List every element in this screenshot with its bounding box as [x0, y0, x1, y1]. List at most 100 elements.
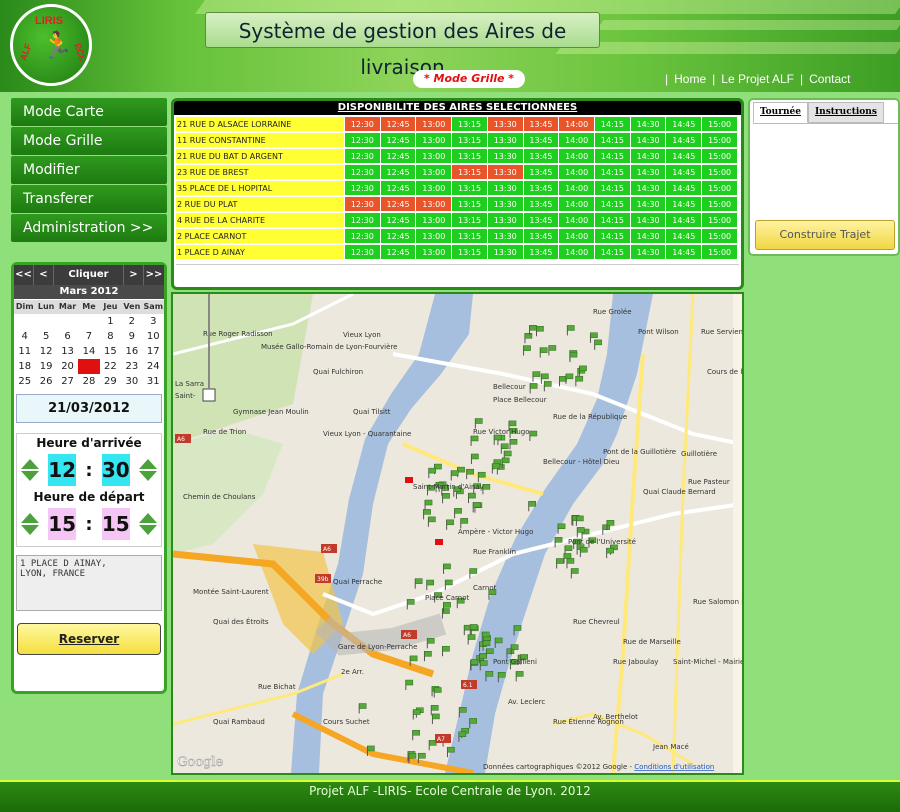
slot-free[interactable]: 12:45 [380, 245, 416, 259]
slot-free[interactable]: 14:15 [595, 165, 630, 179]
street-cell[interactable]: 2 RUE DU PLAT [176, 197, 344, 211]
calendar-day[interactable]: 25 [14, 374, 35, 389]
slot-free[interactable]: 14:00 [559, 245, 595, 259]
address-textarea[interactable]: 1 PLACE D AINAY, LYON, FRANCE [16, 555, 162, 611]
slot-free[interactable]: 14:45 [666, 197, 702, 211]
street-cell[interactable]: 2 PLACE CARNOT [176, 229, 344, 243]
slot-free[interactable]: 13:00 [416, 133, 452, 147]
slot-free[interactable]: 14:15 [595, 133, 630, 147]
map-view[interactable]: Rue Roger Radisson Vieux Lyon Musée Gallo-… [171, 292, 744, 775]
slot-free[interactable]: 14:30 [630, 197, 666, 211]
slot-free[interactable]: 13:15 [452, 149, 487, 163]
slot-occupied[interactable]: 12:30 [345, 117, 380, 131]
calendar-day[interactable]: 24 [143, 359, 164, 374]
slot-free[interactable]: 14:30 [630, 213, 666, 227]
arrow-up-icon[interactable] [138, 513, 157, 523]
slot-free[interactable]: 13:45 [523, 133, 559, 147]
slot-free[interactable]: 14:00 [559, 133, 595, 147]
calendar-day[interactable]: 15 [100, 344, 121, 359]
slot-free[interactable]: 12:30 [345, 181, 380, 195]
slot-free[interactable]: 15:00 [702, 149, 737, 163]
slot-occupied[interactable]: 14:00 [559, 117, 595, 131]
slot-free[interactable]: 13:15 [452, 213, 487, 227]
slot-free[interactable]: 12:45 [380, 213, 416, 227]
calendar-day[interactable]: 20 [57, 359, 78, 374]
arrow-down-icon[interactable] [138, 471, 157, 481]
slot-free[interactable]: 13:30 [487, 133, 523, 147]
street-cell[interactable]: 4 RUE DE LA CHARITE [176, 213, 344, 227]
arrow-down-icon[interactable] [21, 525, 39, 535]
slot-free[interactable]: 14:30 [630, 229, 666, 243]
calendar-day[interactable]: 6 [57, 329, 78, 344]
arrival-hour-stepper[interactable] [21, 459, 39, 481]
calendar-day[interactable]: 19 [35, 359, 56, 374]
slot-free[interactable]: 14:45 [666, 165, 702, 179]
menu-modifier[interactable]: Modifier [11, 156, 167, 184]
calendar-day[interactable]: 30 [121, 374, 142, 389]
slot-free[interactable]: 15:00 [702, 213, 737, 227]
calendar-day[interactable]: 22 [100, 359, 121, 374]
slot-free[interactable]: 13:00 [416, 213, 452, 227]
calendar-day[interactable]: 17 [143, 344, 164, 359]
slot-free[interactable]: 14:15 [595, 117, 630, 131]
calendar-day[interactable]: 7 [78, 329, 99, 344]
slot-free[interactable]: 13:00 [416, 149, 452, 163]
arrow-down-icon[interactable] [21, 471, 39, 481]
calendar-day[interactable]: 9 [121, 329, 142, 344]
slot-free[interactable]: 13:30 [487, 229, 523, 243]
slot-free[interactable]: 14:45 [666, 181, 702, 195]
calendar-day[interactable]: 2 [121, 314, 142, 329]
calendar-day[interactable]: 12 [35, 344, 56, 359]
slot-free[interactable]: 15:00 [702, 181, 737, 195]
slot-free[interactable]: 13:45 [523, 165, 559, 179]
arrival-minute-field[interactable]: 30 [101, 454, 130, 486]
arrow-up-icon[interactable] [21, 459, 39, 469]
map-terms-link[interactable]: Conditions d'utilisation [634, 763, 714, 771]
slot-free[interactable]: 14:00 [559, 149, 595, 163]
slot-free[interactable]: 14:45 [666, 149, 702, 163]
slot-free[interactable]: 14:00 [559, 165, 595, 179]
slot-free[interactable]: 14:15 [595, 181, 630, 195]
slot-free[interactable]: 13:30 [487, 245, 523, 259]
slot-free[interactable]: 12:30 [345, 213, 380, 227]
slot-occupied[interactable]: 13:30 [487, 165, 523, 179]
slot-free[interactable]: 14:45 [666, 133, 702, 147]
slot-free[interactable]: 12:30 [345, 229, 380, 243]
slot-free[interactable]: 15:00 [702, 165, 737, 179]
slot-free[interactable]: 13:15 [452, 117, 487, 131]
street-cell[interactable]: 21 RUE D ALSACE LORRAINE [176, 117, 344, 131]
slot-free[interactable]: 13:15 [452, 245, 487, 259]
calendar-day[interactable]: 11 [14, 344, 35, 359]
slot-free[interactable]: 13:45 [523, 213, 559, 227]
arrival-minute-stepper[interactable] [138, 459, 157, 481]
slot-occupied[interactable]: 13:00 [416, 197, 452, 211]
slot-free[interactable]: 15:00 [702, 133, 737, 147]
arrow-up-icon[interactable] [21, 513, 39, 523]
street-cell[interactable]: 21 RUE DU BAT D ARGENT [176, 149, 344, 163]
calendar-today-button[interactable]: Cliquer [54, 265, 124, 285]
calendar-day[interactable]: 13 [57, 344, 78, 359]
street-cell[interactable]: 23 RUE DE BREST [176, 165, 344, 179]
horizontal-scrollbar[interactable] [176, 264, 739, 272]
slot-free[interactable]: 12:45 [380, 165, 416, 179]
arrow-up-icon[interactable] [138, 459, 157, 469]
slot-free[interactable]: 14:30 [630, 245, 666, 259]
calendar-day[interactable]: 21 [78, 359, 100, 374]
slot-free[interactable]: 14:30 [630, 133, 666, 147]
slot-free[interactable]: 13:30 [487, 149, 523, 163]
slot-free[interactable]: 12:30 [345, 149, 380, 163]
calendar-day[interactable]: 29 [100, 374, 121, 389]
slot-free[interactable]: 13:30 [487, 181, 523, 195]
zoom-slider-handle[interactable] [202, 388, 216, 402]
slot-free[interactable]: 14:45 [666, 229, 702, 243]
slot-free[interactable]: 14:00 [559, 229, 595, 243]
slot-free[interactable]: 14:15 [595, 229, 630, 243]
slot-occupied[interactable]: 13:45 [523, 117, 559, 131]
slot-free[interactable]: 15:00 [702, 197, 737, 211]
next-year-button[interactable]: >> [144, 265, 164, 285]
slot-free[interactable]: 14:15 [595, 149, 630, 163]
calendar-day[interactable]: 8 [100, 329, 121, 344]
slot-free[interactable]: 15:00 [702, 245, 737, 259]
next-month-button[interactable]: > [124, 265, 144, 285]
slot-free[interactable]: 14:00 [559, 213, 595, 227]
